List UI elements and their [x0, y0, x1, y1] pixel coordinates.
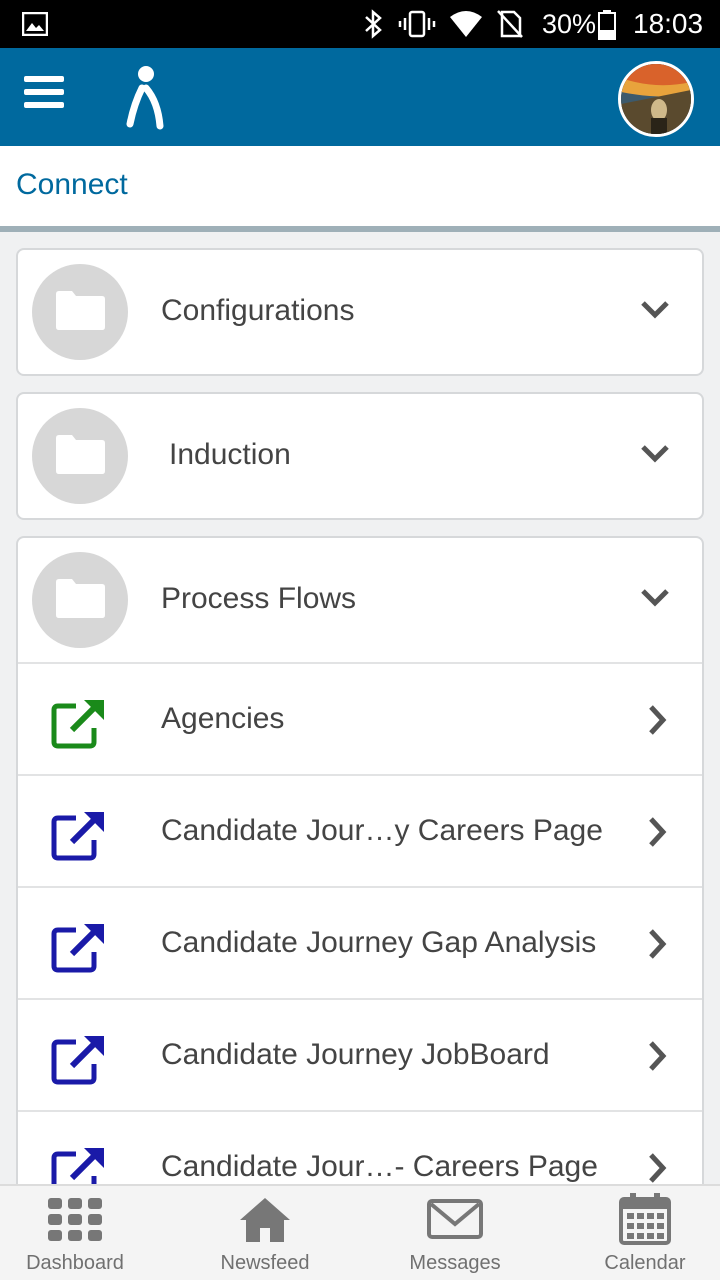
process-flow-label: Candidate Jour…y Careers Page	[161, 814, 603, 847]
nav-label: Calendar	[604, 1252, 686, 1274]
system-icons	[360, 8, 524, 40]
process-flow-item-gap-analysis[interactable]: Candidate Journey Gap Analysis	[18, 886, 702, 998]
user-avatar[interactable]	[618, 61, 694, 137]
folder-header-induction[interactable]: Induction	[18, 394, 702, 518]
folder-header-process-flows[interactable]: Process Flows	[18, 538, 702, 662]
nav-label: Messages	[409, 1252, 501, 1274]
nav-newsfeed[interactable]: Newsfeed	[175, 1186, 355, 1280]
process-flow-label: Agencies	[161, 702, 285, 735]
folder-label: Process Flows	[161, 582, 357, 615]
folder-icon	[32, 264, 128, 360]
folder-icon	[32, 408, 128, 504]
chevron-down-icon	[641, 301, 669, 319]
external-link-icon	[51, 1036, 104, 1085]
folder-card-induction: Induction	[16, 392, 704, 520]
process-flow-label: Candidate Journey JobBoard	[161, 1038, 550, 1071]
status-bar: 30% 18:03	[0, 0, 720, 48]
nav-label: Dashboard	[26, 1252, 124, 1274]
process-flow-item-careers-page[interactable]: Candidate Jour…y Careers Page	[18, 774, 702, 886]
wifi-icon	[450, 11, 482, 37]
process-flow-label: Candidate Journey Gap Analysis	[161, 926, 597, 959]
nav-calendar[interactable]: Calendar	[555, 1186, 720, 1280]
folder-label: Induction	[169, 438, 291, 471]
external-link-icon	[51, 700, 104, 749]
nav-dashboard[interactable]: Dashboard	[0, 1186, 165, 1280]
folder-card-process-flows: Process Flows Agencies Candidate Jour…y …	[16, 536, 704, 1196]
envelope-icon	[427, 1199, 483, 1239]
chevron-right-icon	[649, 929, 667, 959]
folder-label: Configurations	[161, 294, 355, 327]
nav-messages[interactable]: Messages	[365, 1186, 545, 1280]
process-flow-label: Candidate Jour…- Careers Page	[161, 1150, 598, 1183]
chevron-right-icon	[649, 817, 667, 847]
chevron-down-icon	[641, 589, 669, 607]
chevron-right-icon	[649, 1041, 667, 1071]
bottom-navigation: Dashboard Newsfeed Messages Calendar	[0, 1184, 720, 1280]
bluetooth-icon	[365, 9, 382, 39]
page-title: Connect	[16, 168, 128, 201]
home-icon	[240, 1198, 290, 1242]
external-link-icon	[51, 924, 104, 973]
chevron-right-icon	[649, 705, 667, 735]
clock: 18:03	[633, 8, 704, 39]
person-logo-icon	[126, 66, 164, 130]
hamburger-menu-icon[interactable]	[24, 76, 72, 118]
battery-percentage: 30%	[542, 9, 597, 39]
grid-icon	[48, 1198, 102, 1241]
vibrate-icon	[398, 10, 436, 38]
external-link-icon	[51, 812, 104, 861]
battery-icon	[598, 10, 616, 40]
app-header	[0, 48, 720, 146]
page-title-bar: Connect	[0, 146, 720, 226]
title-divider	[0, 226, 720, 232]
calendar-icon	[619, 1193, 671, 1245]
nav-label: Newsfeed	[220, 1252, 310, 1274]
chevron-right-icon	[649, 1153, 667, 1183]
process-flow-item-agencies[interactable]: Agencies	[18, 662, 702, 774]
process-flow-item-jobboard[interactable]: Candidate Journey JobBoard	[18, 998, 702, 1110]
folder-icon	[32, 552, 128, 648]
no-sim-icon	[497, 10, 523, 38]
gallery-notification-icon	[22, 12, 48, 36]
folder-card-configurations: Configurations	[16, 248, 704, 376]
chevron-down-icon	[641, 445, 669, 463]
folder-header-configurations[interactable]: Configurations	[18, 250, 702, 374]
